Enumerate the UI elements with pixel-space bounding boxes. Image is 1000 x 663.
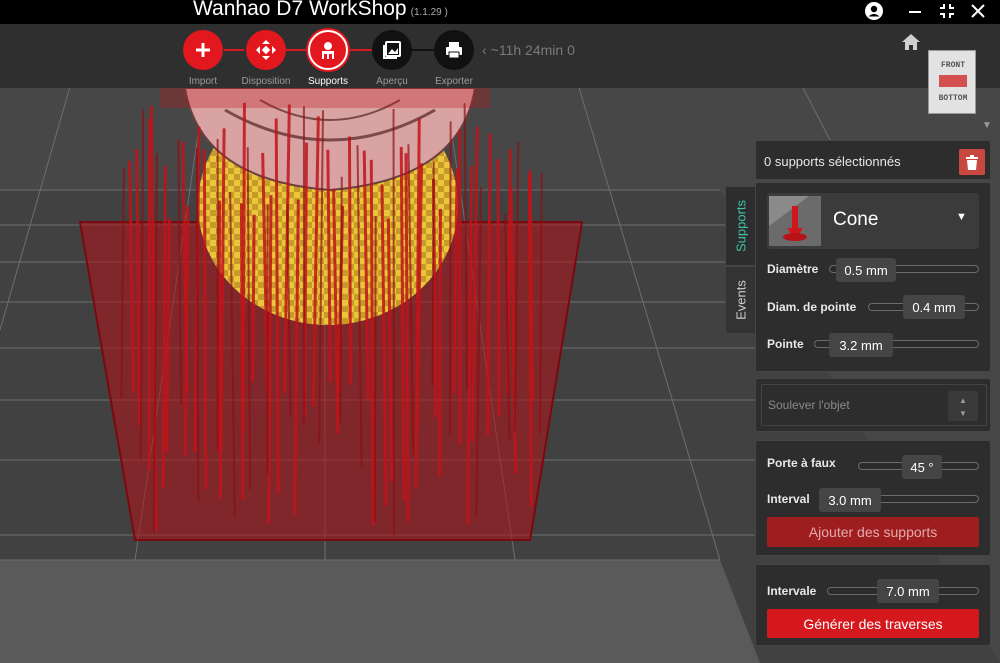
lift-object-label: Soulever l'objet — [768, 398, 850, 412]
workflow-toolbar: Import Disposition Supports Aperçu Expor — [0, 24, 1000, 88]
app-window: Wanhao D7 WorkShop (1.1.29 ) Import Disp… — [0, 0, 1000, 663]
support-strand — [448, 121, 452, 436]
overhang-panel: Porte à faux 45 ° Interval 3.0 mm Ajoute… — [755, 440, 991, 556]
time-estimate-text: ~11h 24min 0 — [490, 42, 575, 58]
minimize-icon[interactable] — [902, 0, 928, 22]
move-arrows-icon[interactable] — [246, 30, 286, 70]
view-cube[interactable]: FRONT BOTTOM — [928, 50, 976, 114]
support-strand — [431, 161, 435, 386]
cone-support-icon — [769, 196, 821, 246]
support-strand — [217, 200, 222, 453]
selected-count: 0 supports sélectionnés — [764, 154, 901, 169]
tip-diameter-value[interactable]: 0.4 mm — [903, 295, 965, 319]
diameter-label: Diamètre — [767, 262, 819, 276]
tab-events[interactable]: Events — [725, 266, 755, 334]
add-supports-button[interactable]: Ajouter des supports — [767, 517, 979, 547]
chevron-left-icon[interactable]: ‹ — [482, 42, 487, 58]
lift-object-field[interactable]: Soulever l'objet ▲ ▼ — [761, 384, 987, 426]
caret-down-icon[interactable]: ▼ — [982, 120, 992, 131]
title-bar: Wanhao D7 WorkShop (1.1.29 ) — [0, 0, 1000, 24]
spinner-arrows-icon[interactable]: ▲ ▼ — [948, 391, 978, 421]
support-type-select[interactable]: Cone ▼ — [767, 193, 979, 249]
time-estimate: ‹ ~11h 24min 0 — [482, 42, 575, 58]
support-strand — [373, 216, 377, 522]
exit-fullscreen-icon[interactable] — [934, 0, 960, 22]
close-icon[interactable] — [965, 0, 991, 22]
interval-value[interactable]: 3.0 mm — [819, 488, 881, 512]
support-strand — [528, 170, 534, 402]
support-type-value: Cone — [833, 209, 879, 230]
support-strand — [241, 102, 246, 432]
tab-supports[interactable]: Supports — [725, 186, 755, 266]
selection-header: 0 supports sélectionnés — [755, 140, 991, 180]
step-connector — [224, 49, 244, 51]
support-strand — [437, 208, 442, 476]
interval-label: Interval — [767, 492, 810, 506]
image-icon[interactable] — [372, 30, 412, 70]
overhang-label: Porte à faux — [767, 456, 836, 470]
tab-events-label: Events — [733, 280, 748, 320]
support-strand — [339, 176, 343, 423]
view-cube-face — [939, 75, 967, 87]
trash-icon[interactable] — [959, 149, 985, 175]
brace-interval-value[interactable]: 7.0 mm — [877, 579, 939, 603]
step-label: Import — [188, 76, 218, 87]
overhang-value[interactable]: 45 ° — [902, 455, 942, 479]
brace-interval-label: Intervale — [767, 584, 817, 598]
view-cube-bottom[interactable]: BOTTOM — [929, 94, 977, 103]
support-strand — [496, 159, 501, 417]
step-disposition[interactable]: Disposition — [242, 30, 290, 87]
user-icon[interactable] — [861, 0, 887, 22]
braces-panel: Intervale 7.0 mm Générer des traverses — [755, 564, 991, 646]
support-strand — [274, 118, 280, 494]
step-label: Aperçu — [376, 76, 408, 87]
app-version: (1.1.29 ) — [410, 7, 448, 18]
support-strand — [369, 159, 375, 526]
step-exporter[interactable]: Exporter — [432, 30, 476, 87]
support-strand — [392, 109, 396, 536]
diameter-value[interactable]: 0.5 mm — [836, 258, 896, 282]
supports-icon[interactable] — [308, 30, 348, 70]
tab-supports-label: Supports — [733, 199, 748, 253]
step-supports[interactable]: Supports — [306, 30, 350, 87]
tip-diameter-label: Diam. de pointe — [767, 300, 857, 314]
app-name: Wanhao D7 WorkShop — [193, 0, 407, 20]
dropdown-caret-icon[interactable]: ▼ — [956, 211, 967, 223]
lift-object-panel: Soulever l'objet ▲ ▼ — [755, 378, 991, 432]
view-cube-front[interactable]: FRONT — [929, 61, 977, 70]
support-settings-panel: Cone ▼ Diamètre 0.5 mm Diam. de pointe 0… — [755, 182, 991, 372]
step-label: Disposition — [241, 76, 291, 87]
support-strand — [251, 214, 256, 382]
support-strand — [347, 136, 352, 385]
plus-icon[interactable] — [183, 30, 223, 70]
printer-icon[interactable] — [434, 30, 474, 70]
step-apercu[interactable]: Aperçu — [370, 30, 414, 87]
support-strand — [202, 149, 208, 489]
step-import[interactable]: Import — [181, 30, 225, 87]
home-icon[interactable] — [900, 32, 922, 52]
step-label: Supports — [307, 76, 349, 87]
tip-value[interactable]: 3.2 mm — [829, 333, 893, 357]
app-title: Wanhao D7 WorkShop (1.1.29 ) — [193, 0, 448, 21]
step-connector — [286, 49, 306, 51]
tip-label: Pointe — [767, 337, 804, 351]
generate-braces-button[interactable]: Générer des traverses — [767, 609, 979, 638]
step-label: Exporter — [435, 76, 473, 87]
